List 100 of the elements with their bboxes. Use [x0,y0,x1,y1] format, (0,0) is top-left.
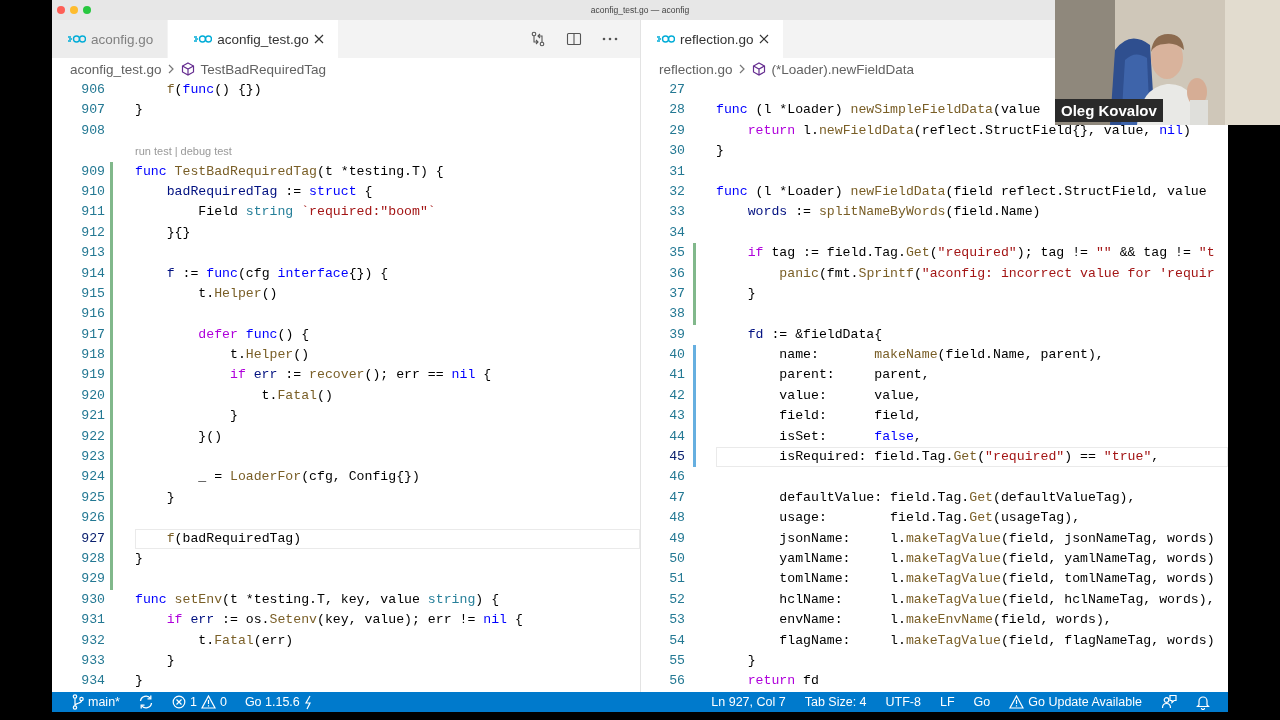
code-line: words := splitNameByWords(field.Name) [746,203,1041,222]
problems-button[interactable]: 1 0 [171,695,227,709]
code-line: value: value, [778,386,922,405]
line-number: 910 [80,182,105,201]
line-number: 907 [80,101,105,120]
error-icon [171,695,186,709]
window-title: aconfig_test.go — aconfig [590,5,690,15]
branch-button[interactable]: main* [72,694,120,710]
status-item[interactable]: Ln 927, Col 7 [711,695,786,709]
code-line: } [746,651,756,670]
code-line: }() [197,427,223,446]
breadcrumb-item[interactable]: aconfig_test.go [70,61,162,77]
cube-icon [751,62,766,76]
line-number: 933 [80,651,105,670]
line-number: 915 [80,284,105,303]
line-number: 55 [668,651,685,670]
code-line: flagName: l.makeTagValue(field, flagNameTag, words) [778,631,1215,650]
code-line: badRequiredTag := struct { [165,182,373,201]
line-number: 31 [668,162,685,181]
sync-icon[interactable] [137,694,154,710]
line-number: 47 [668,488,685,507]
line-number: 921 [80,407,105,426]
line-number: 913 [80,244,105,263]
line-number: 49 [668,529,685,548]
codelens-link[interactable]: run test [135,141,172,162]
code-line: if err := recover(); err == nil { [228,366,492,385]
line-number: 45 [668,448,685,467]
line-number: 51 [668,570,685,589]
line-number: 40 [668,346,685,365]
line-number: 48 [668,509,685,528]
code-line: defer func() { [197,325,310,344]
link-separator: | [174,144,178,160]
update-button[interactable]: Go Update Available [1009,695,1142,709]
code-line: Field string `required:"boom"` [197,203,436,222]
line-number: 46 [668,468,685,487]
line-number: 53 [668,611,685,630]
code-line: if tag := field.Tag.Get("required"); tag != "" && tag != "t [746,244,1215,263]
chevron-icon [738,64,746,74]
go-version-button[interactable]: Go 1.15.6 [244,694,313,710]
line-number: 917 [80,325,105,344]
code-line: func TestBadRequiredTag(t *testing.T) { [135,162,444,181]
line-number: 35 [668,244,685,263]
status-item[interactable]: UTF-8 [885,695,921,709]
bell-icon[interactable] [1196,694,1210,710]
line-number: 33 [668,203,685,222]
code-line: } [228,407,238,426]
breadcrumb-item[interactable]: TestBadRequiredTag [200,61,326,77]
editor-tab[interactable]: reflection.go [641,20,784,58]
line-number: 36 [668,264,685,283]
editor-tab[interactable]: aconfig.go [52,20,169,58]
code-line: } [746,284,756,303]
code-line: return l.newFieldData(reflect.StructField{}, value, nil) [746,121,1191,140]
line-number: 29 [668,121,685,140]
code-line: panic(fmt.Sprintf("aconfig: incorrect value for 'requir [778,264,1215,283]
line-number: 927 [80,529,105,548]
line-number: 931 [80,611,105,630]
line-number: 934 [80,672,105,691]
breadcrumb-item[interactable]: (*Loader).newFieldData [771,61,915,77]
line-number: 916 [80,305,105,324]
line-number: 50 [668,550,685,568]
code-line: f := func(cfg interface{}) { [165,264,389,283]
code-line: usage: field.Tag.Get(usageTag), [778,509,1081,528]
code-line: } [716,142,724,161]
code-line: yamlName: l.makeTagValue(field, yamlNameTag, words) [778,550,1215,568]
cube-icon [180,62,195,76]
compare-icon[interactable] [530,31,546,47]
close-window-button[interactable] [57,6,65,14]
split-editor-icon[interactable] [566,31,582,47]
code-line: func setEnv(t *testing.T, key, value string) { [135,590,500,609]
line-number: 28 [668,101,685,120]
code-line: }{} [165,223,191,242]
code-line: defaultValue: field.Tag.Get(defaultValueTag), [778,488,1136,507]
status-item[interactable]: LF [939,695,955,709]
breadcrumb-item[interactable]: reflection.go [659,61,733,77]
codelens-link[interactable]: debug test [180,141,232,162]
status-item[interactable]: Go [973,695,991,709]
feedback-icon[interactable] [1161,694,1177,710]
close-icon[interactable] [313,34,324,44]
code-line: name: makeName(field.Name, parent), [778,346,1104,365]
code-line: func (l *Loader) newFieldData(field reflect.StructField, value [716,182,1207,201]
line-number: 54 [668,631,685,650]
line-number: 918 [80,346,105,365]
code-line: if err := os.Setenv(key, value); err != nil { [165,611,523,630]
more-icon[interactable] [602,37,618,41]
editor-tab[interactable]: aconfig_test.go [168,20,339,58]
code-line: f(func() {}) [165,81,262,99]
line-number: 43 [668,407,685,426]
status-item[interactable]: Tab Size: 4 [804,695,867,709]
warning-icon [200,695,216,709]
code-line: isSet: false, [778,427,922,446]
line-number: 32 [668,182,685,201]
line-number: 44 [668,427,685,446]
line-number: 914 [80,264,105,283]
line-number: 909 [80,162,105,181]
go-file-icon [68,34,86,44]
close-icon[interactable] [758,34,769,44]
code-line: } [165,651,175,670]
line-number: 912 [80,223,105,242]
code-line: t.Helper() [228,346,310,365]
code-line: fd := &fieldData{ [746,325,883,344]
